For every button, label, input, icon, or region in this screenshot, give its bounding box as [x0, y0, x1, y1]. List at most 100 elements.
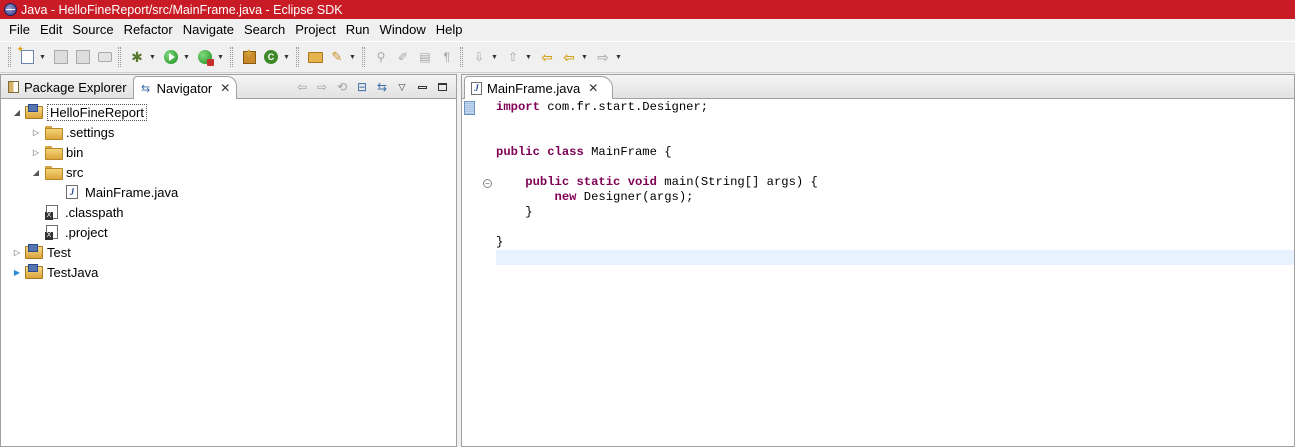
- tree-item-label: HelloFineReport: [47, 103, 147, 121]
- go-up-icon[interactable]: ⟲: [334, 79, 350, 95]
- collapsed-icon[interactable]: ▶: [11, 266, 23, 278]
- new-class-button[interactable]: C: [262, 48, 280, 66]
- forward-button[interactable]: ⇨: [594, 48, 612, 66]
- debug-dropdown[interactable]: ▼: [148, 48, 157, 66]
- last-edit-icon: ⇦: [541, 48, 553, 65]
- menu-run[interactable]: Run: [341, 22, 375, 37]
- tree-item-src[interactable]: ◢ src: [1, 162, 456, 182]
- tree-item-settings[interactable]: ▷ .settings: [1, 122, 456, 142]
- open-type-button[interactable]: [306, 48, 324, 66]
- link-with-editor-icon[interactable]: ⇆: [374, 79, 390, 95]
- external-tools-dropdown[interactable]: ▼: [216, 48, 225, 66]
- menu-search[interactable]: Search: [239, 22, 290, 37]
- paragraph-button[interactable]: ¶: [438, 48, 456, 66]
- menu-window[interactable]: Window: [375, 22, 431, 37]
- menu-file[interactable]: File: [4, 22, 35, 37]
- collapsed-icon[interactable]: ▷: [11, 246, 23, 258]
- fold-collapse-icon[interactable]: −: [483, 179, 492, 188]
- collapse-all-icon[interactable]: ⊟: [354, 79, 370, 95]
- code-line[interactable]: }: [496, 235, 1294, 250]
- prev-annotation-button[interactable]: ⇧: [504, 48, 522, 66]
- back-icon[interactable]: ⇦: [294, 79, 310, 95]
- expanded-icon[interactable]: ◢: [11, 106, 23, 118]
- tree-item-project[interactable]: .project: [1, 222, 456, 242]
- code-line[interactable]: [496, 115, 1294, 130]
- toggle-mark-button[interactable]: ⚲: [372, 48, 390, 66]
- code-line[interactable]: new Designer(args);: [496, 190, 1294, 205]
- code-line[interactable]: public class MainFrame {: [496, 145, 1294, 160]
- menu-edit[interactable]: Edit: [35, 22, 67, 37]
- java-file-icon: J: [66, 185, 78, 199]
- code-area[interactable]: import com.fr.start.Designer; public cla…: [496, 100, 1294, 446]
- new-package-button[interactable]: [240, 48, 258, 66]
- toolbar-grip[interactable]: [296, 47, 299, 67]
- menu-source[interactable]: Source: [67, 22, 118, 37]
- code-line[interactable]: [496, 130, 1294, 145]
- expanded-icon[interactable]: ◢: [30, 166, 42, 178]
- collapsed-icon[interactable]: ▷: [30, 146, 42, 158]
- maximize-icon[interactable]: [434, 79, 450, 95]
- back-dropdown[interactable]: ▼: [580, 48, 589, 66]
- menu-refactor[interactable]: Refactor: [119, 22, 178, 37]
- code-token: com.fr.start.Designer;: [539, 100, 709, 114]
- tree-item-mainframe-java[interactable]: J MainFrame.java: [1, 182, 456, 202]
- print-button[interactable]: [96, 48, 114, 66]
- search-icon: ✎: [331, 49, 343, 64]
- toolbar-grip[interactable]: [230, 47, 233, 67]
- code-line[interactable]: import com.fr.start.Designer;: [496, 100, 1294, 115]
- pencil-button[interactable]: ✐: [394, 48, 412, 66]
- external-tools-button[interactable]: [196, 48, 214, 66]
- minimize-icon[interactable]: [414, 79, 430, 95]
- search-dropdown[interactable]: ▼: [348, 48, 357, 66]
- debug-icon: ✱: [131, 48, 143, 65]
- tree-item-test[interactable]: ▷ Test: [1, 242, 456, 262]
- title-bar: Java - HelloFineReport/src/MainFrame.jav…: [0, 0, 1295, 19]
- close-icon[interactable]: ✕: [588, 81, 598, 95]
- next-annotation-button[interactable]: ⇩: [470, 48, 488, 66]
- new-button[interactable]: [17, 44, 36, 66]
- tree-item-bin[interactable]: ▷ bin: [1, 142, 456, 162]
- keyword-token: new: [554, 190, 577, 204]
- tab-navigator[interactable]: ⇆ Navigator ✕: [132, 76, 238, 99]
- tree-item-classpath[interactable]: .classpath: [1, 202, 456, 222]
- close-icon[interactable]: ✕: [220, 81, 230, 95]
- tree-item-testjava[interactable]: ▶ TestJava: [1, 262, 456, 282]
- toolbar-grip[interactable]: [362, 47, 365, 67]
- save-button[interactable]: [52, 48, 70, 66]
- tab-mainframe-java[interactable]: J MainFrame.java ✕: [464, 76, 614, 99]
- code-line[interactable]: [496, 250, 1294, 265]
- save-all-button[interactable]: [74, 48, 92, 66]
- save-icon: [54, 50, 68, 64]
- run-button[interactable]: [162, 48, 180, 66]
- code-line[interactable]: public static void main(String[] args) {: [496, 175, 1294, 190]
- run-dropdown[interactable]: ▼: [182, 48, 191, 66]
- debug-button[interactable]: ✱: [128, 48, 146, 66]
- overview-ruler[interactable]: [462, 100, 477, 446]
- new-package-icon: [242, 49, 256, 64]
- forward-dropdown[interactable]: ▼: [614, 48, 623, 66]
- next-annotation-dropdown[interactable]: ▼: [490, 48, 499, 66]
- package-explorer-icon: [7, 81, 19, 93]
- view-menu-icon[interactable]: ▽: [394, 79, 410, 95]
- back-button[interactable]: ⇦: [560, 48, 578, 66]
- show-whitespace-button[interactable]: ▤: [416, 48, 434, 66]
- menu-help[interactable]: Help: [431, 22, 468, 37]
- toolbar-grip[interactable]: [460, 47, 463, 67]
- toolbar-grip[interactable]: [118, 47, 121, 67]
- prev-annotation-dropdown[interactable]: ▼: [524, 48, 533, 66]
- code-line[interactable]: [496, 160, 1294, 175]
- new-dropdown[interactable]: ▼: [38, 48, 47, 66]
- menu-project[interactable]: Project: [290, 22, 340, 37]
- tab-package-explorer[interactable]: Package Explorer: [1, 76, 133, 98]
- new-class-dropdown[interactable]: ▼: [282, 48, 291, 66]
- toolbar-grip[interactable]: [8, 47, 11, 67]
- forward-icon[interactable]: ⇨: [314, 79, 330, 95]
- tree-item-hellofinereport[interactable]: ◢ HelloFineReport: [1, 102, 456, 122]
- last-edit-button[interactable]: ⇦: [538, 48, 556, 66]
- code-line[interactable]: }: [496, 205, 1294, 220]
- menu-navigate[interactable]: Navigate: [178, 22, 239, 37]
- search-button[interactable]: ✎: [328, 48, 346, 66]
- code-line[interactable]: [496, 220, 1294, 235]
- collapsed-icon[interactable]: ▷: [30, 126, 42, 138]
